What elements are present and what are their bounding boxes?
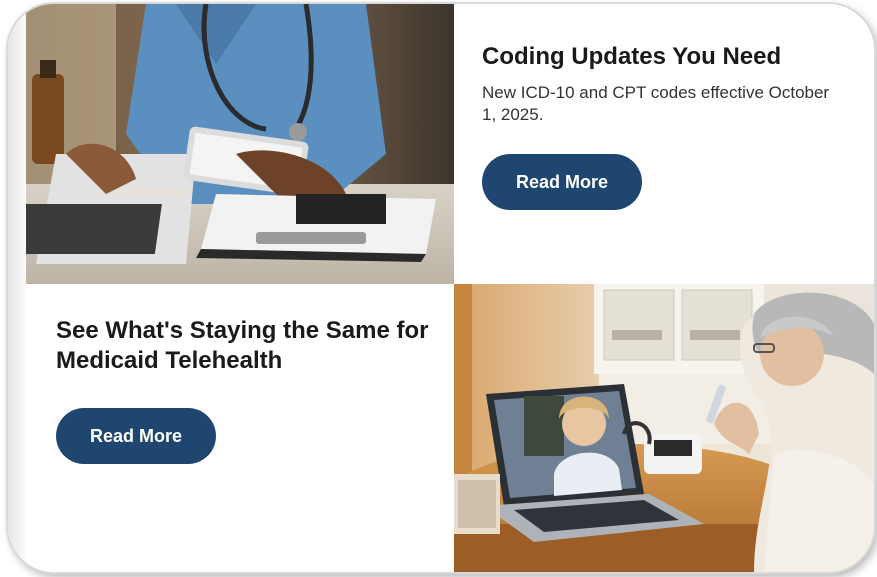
telehealth-card: See What's Staying the Same for Medicaid… — [26, 284, 454, 572]
promo-cards-panel: Coding Updates You Need New ICD-10 and C… — [8, 4, 874, 572]
coding-updates-title: Coding Updates You Need — [482, 43, 782, 70]
promo-grid: Coding Updates You Need New ICD-10 and C… — [26, 4, 874, 572]
coding-updates-card: Coding Updates You Need New ICD-10 and C… — [454, 4, 874, 284]
telehealth-title: See What's Staying the Same for Medicaid… — [56, 317, 429, 374]
senior-telehealth-video-call-photo — [454, 284, 874, 572]
coding-updates-description: New ICD-10 and CPT codes effective Octob… — [482, 83, 830, 124]
coding-updates-read-more-button[interactable]: Read More — [482, 154, 642, 210]
telehealth-read-more-button[interactable]: Read More — [56, 408, 216, 464]
doctor-with-tablet-photo — [26, 4, 454, 284]
